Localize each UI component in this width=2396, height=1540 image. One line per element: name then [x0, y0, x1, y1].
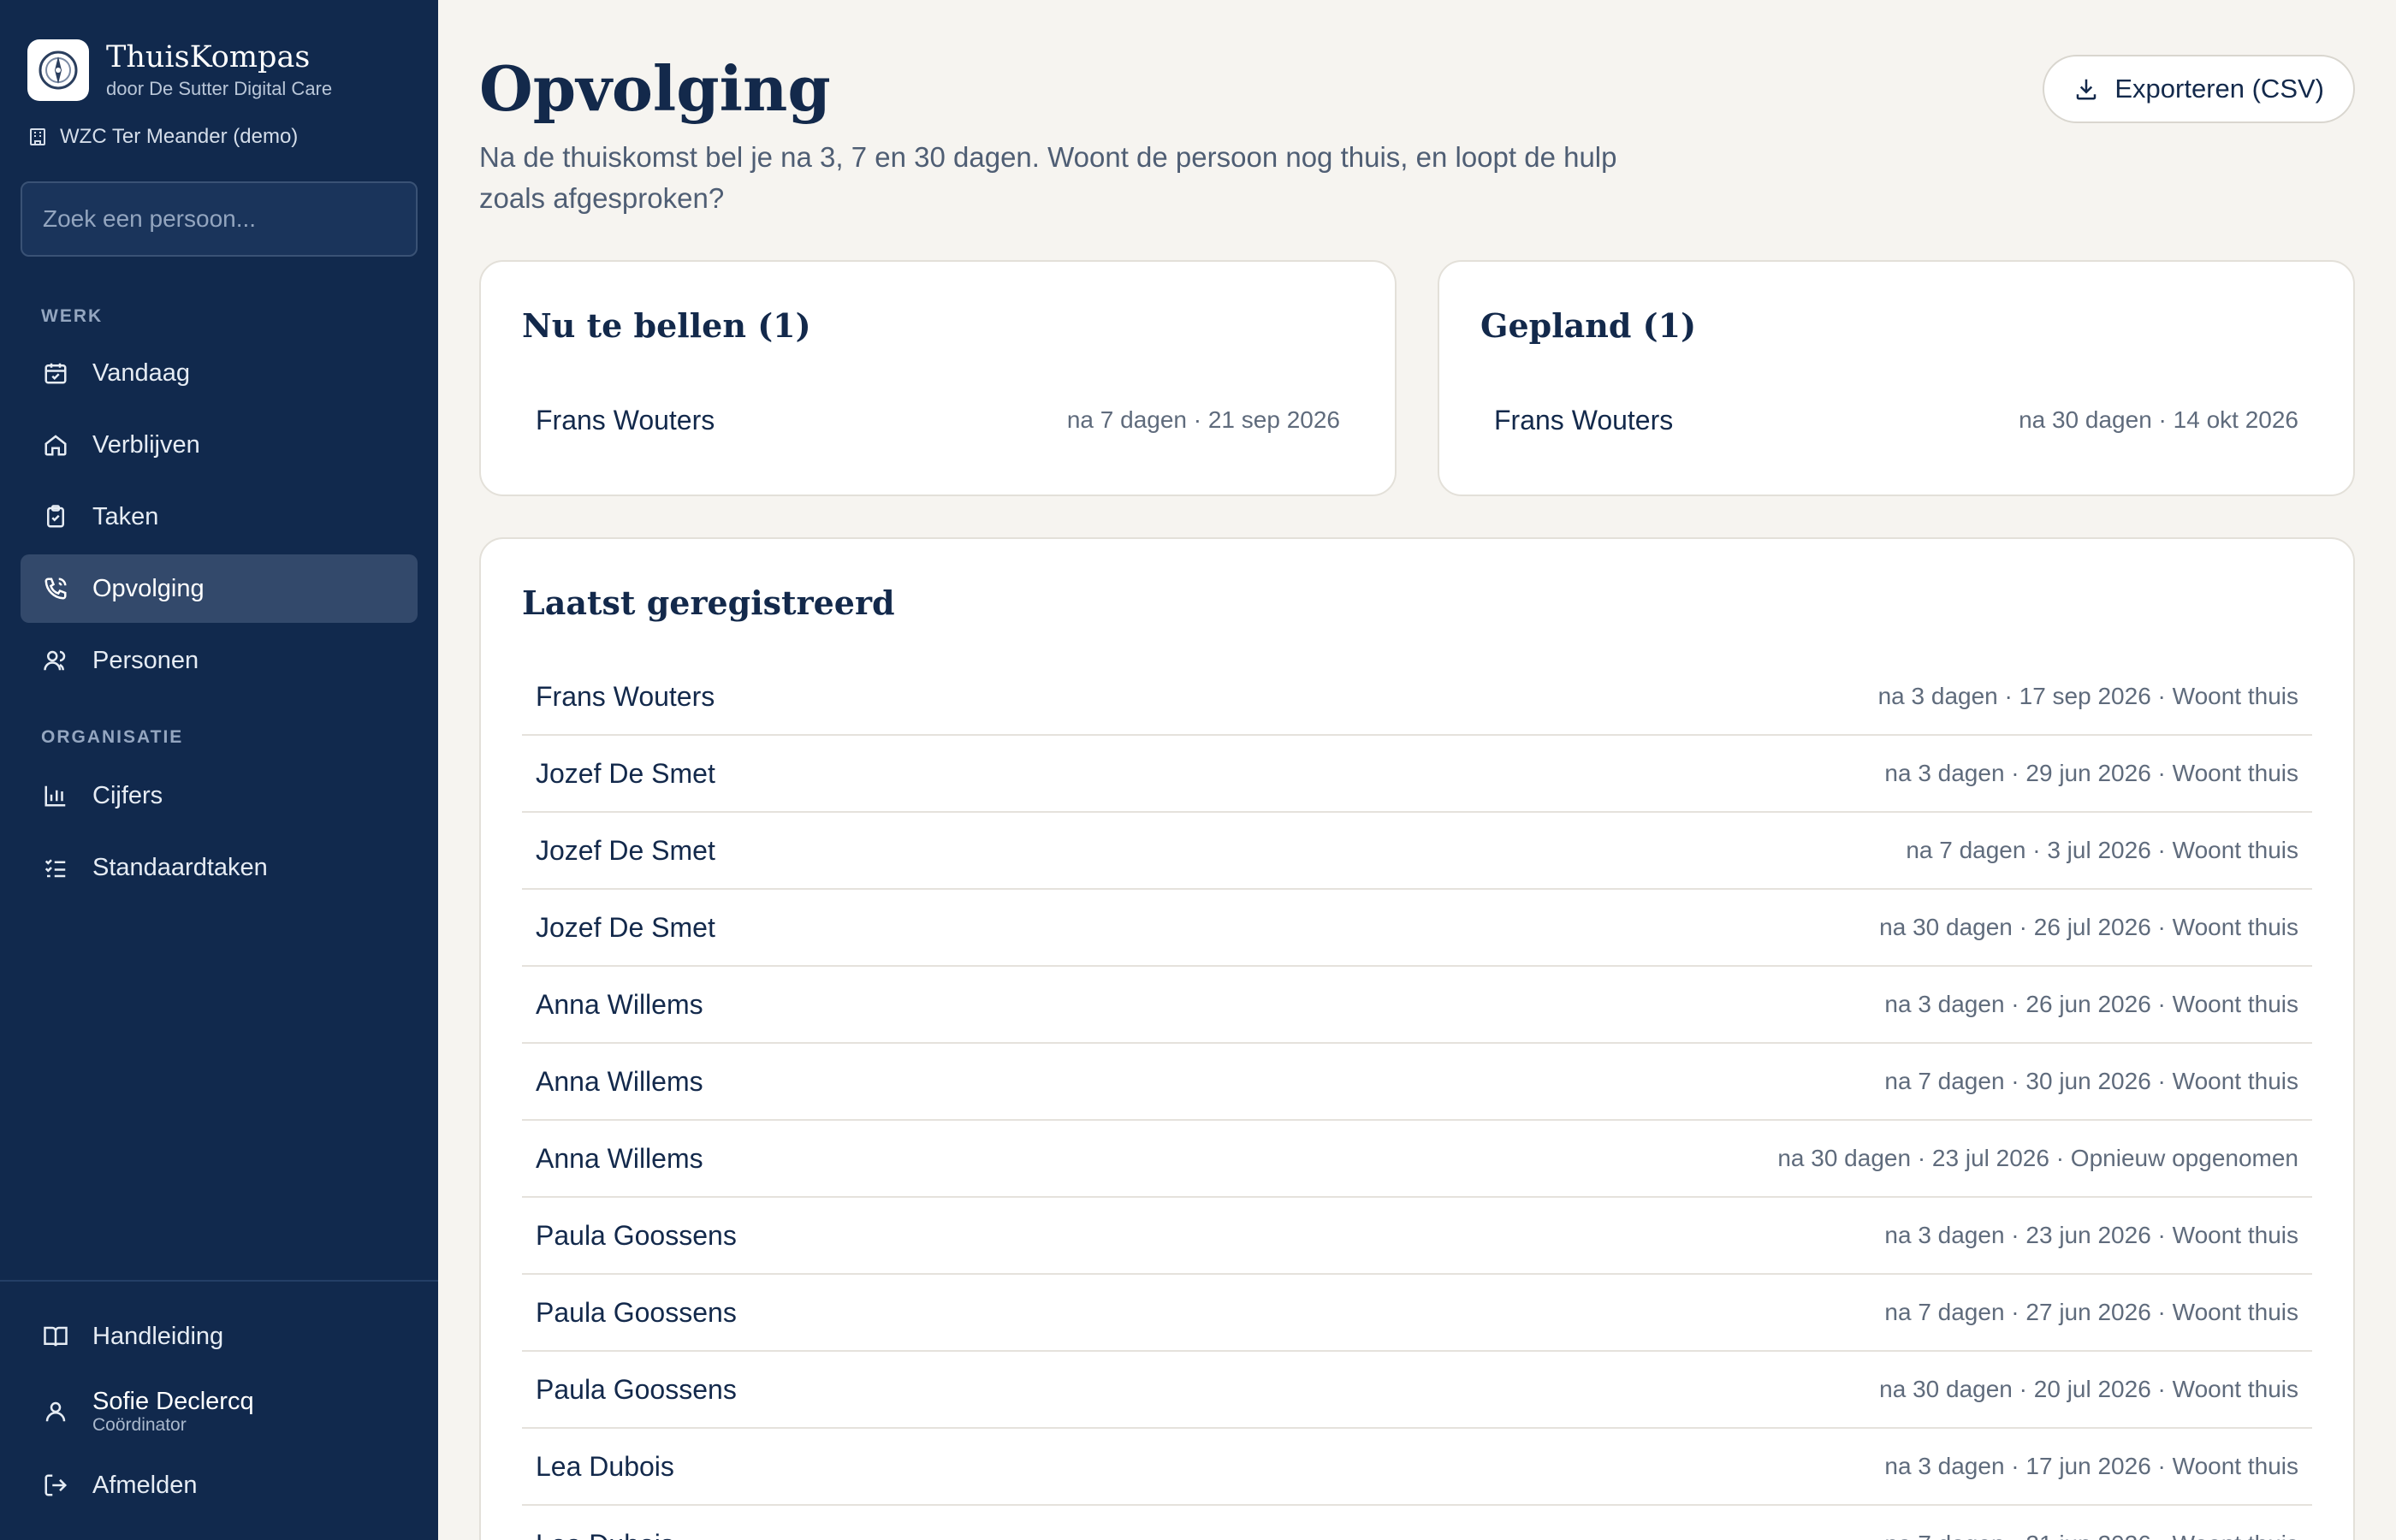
organization: WZC Ter Meander (demo) — [27, 125, 298, 149]
page-description: Na de thuiskomst bel je na 3, 7 en 30 da… — [479, 141, 1617, 214]
user-profile[interactable]: Sofie Declercq Coördinator — [21, 1376, 418, 1448]
calendar-check-icon — [41, 358, 70, 388]
table-row[interactable]: Paula Goossens na 30 dagen · 20 jul 2026 … — [522, 1352, 2312, 1429]
sidebar-item-handleiding[interactable]: Handleiding — [21, 1302, 418, 1371]
logout-icon — [41, 1471, 70, 1500]
sidebar-item-standaardtaken[interactable]: Standaardtaken — [21, 833, 418, 902]
list-item[interactable]: Frans Wouters na 30 dagen · 14 okt 2026 — [1480, 382, 2312, 459]
app-title: ThuisKompas — [106, 40, 311, 74]
sidebar-item-verblijven[interactable]: Verblijven — [21, 411, 418, 479]
user-name: Sofie Declercq — [92, 1388, 254, 1415]
table-row[interactable]: Anna Willems na 30 dagen · 23 jul 2026 · … — [522, 1121, 2312, 1198]
building-icon — [30, 128, 45, 145]
table-row[interactable]: Jozef De Smet na 30 dagen · 26 jul 2026 ·… — [522, 890, 2312, 967]
users-icon — [41, 646, 70, 675]
table-row[interactable]: Frans Wouters na 3 dagen · 17 sep 2026 · … — [522, 659, 2312, 736]
table-row[interactable]: Paula Goossens na 7 dagen · 27 jun 2026 ·… — [522, 1275, 2312, 1352]
sidebar-item-personen[interactable]: Personen — [21, 626, 418, 695]
sidebar-item-cijfers[interactable]: Cijfers — [21, 761, 418, 830]
page-title: Opvolging — [479, 52, 831, 125]
section-label-organisatie: ORGANISATIE — [41, 727, 184, 747]
table-row[interactable]: Jozef De Smet na 3 dagen · 29 jun 2026 · … — [522, 736, 2312, 813]
compass-logo-icon — [27, 39, 89, 101]
planned-card: Gepland (1) Frans Wouters na 30 dagen · … — [1438, 260, 2355, 496]
user-role: Coördinator — [92, 1415, 187, 1435]
table-row[interactable]: Lea Dubois na 3 dagen · 17 jun 2026 · Woo… — [522, 1429, 2312, 1506]
table-row[interactable]: Jozef De Smet na 7 dagen · 3 jul 2026 · W… — [522, 813, 2312, 890]
to-call-title: Nu te bellen (1) — [522, 306, 811, 345]
app-subtitle: door De Sutter Digital Care — [106, 78, 333, 99]
download-icon — [2077, 79, 2096, 100]
logout-button[interactable]: Afmelden — [21, 1451, 418, 1519]
user-icon — [41, 1397, 70, 1426]
planned-title: Gepland (1) — [1480, 306, 1697, 345]
phone-call-icon — [41, 574, 70, 603]
sidebar: ThuisKompas door De Sutter Digital Care … — [0, 0, 438, 1540]
list-checks-icon — [41, 853, 70, 882]
to-call-card: Nu te bellen (1) Frans Wouters na 7 dage… — [479, 260, 1397, 496]
list-item[interactable]: Frans Wouters na 7 dagen · 21 sep 2026 — [522, 382, 1354, 459]
table-row[interactable]: Anna Willems na 7 dagen · 30 jun 2026 · W… — [522, 1044, 2312, 1121]
table-row[interactable]: Anna Willems na 3 dagen · 26 jun 2026 · W… — [522, 967, 2312, 1044]
search-input[interactable] — [21, 181, 418, 257]
export-csv-button[interactable]: Exporteren (CSV) — [2043, 55, 2355, 123]
sidebar-divider — [0, 1280, 438, 1282]
sidebar-item-vandaag[interactable]: Vandaag — [21, 339, 418, 407]
book-icon — [41, 1322, 70, 1351]
brand[interactable]: ThuisKompas door De Sutter Digital Care — [27, 39, 332, 101]
table-row[interactable]: Paula Goossens na 3 dagen · 23 jun 2026 ·… — [522, 1198, 2312, 1275]
table-row[interactable]: Lea Duboisna 7 dagen · 21 jun 2026 · Woo… — [522, 1506, 2312, 1540]
recent-card: Laatst geregistreerd Frans Wouters na 3 d… — [479, 537, 2355, 1540]
sidebar-item-taken[interactable]: Taken — [21, 483, 418, 551]
recent-title: Laatst geregistreerd — [522, 583, 895, 622]
main-content: Opvolging Na de thuiskomst bel je na 3, … — [438, 0, 2396, 1540]
organization-name: WZC Ter Meander (demo) — [60, 125, 299, 148]
section-label-work: WERK — [41, 306, 104, 326]
home-icon — [41, 430, 70, 459]
sidebar-item-opvolging[interactable]: Opvolging — [21, 554, 418, 623]
clipboard-check-icon — [41, 502, 70, 531]
bar-chart-icon — [41, 781, 70, 810]
